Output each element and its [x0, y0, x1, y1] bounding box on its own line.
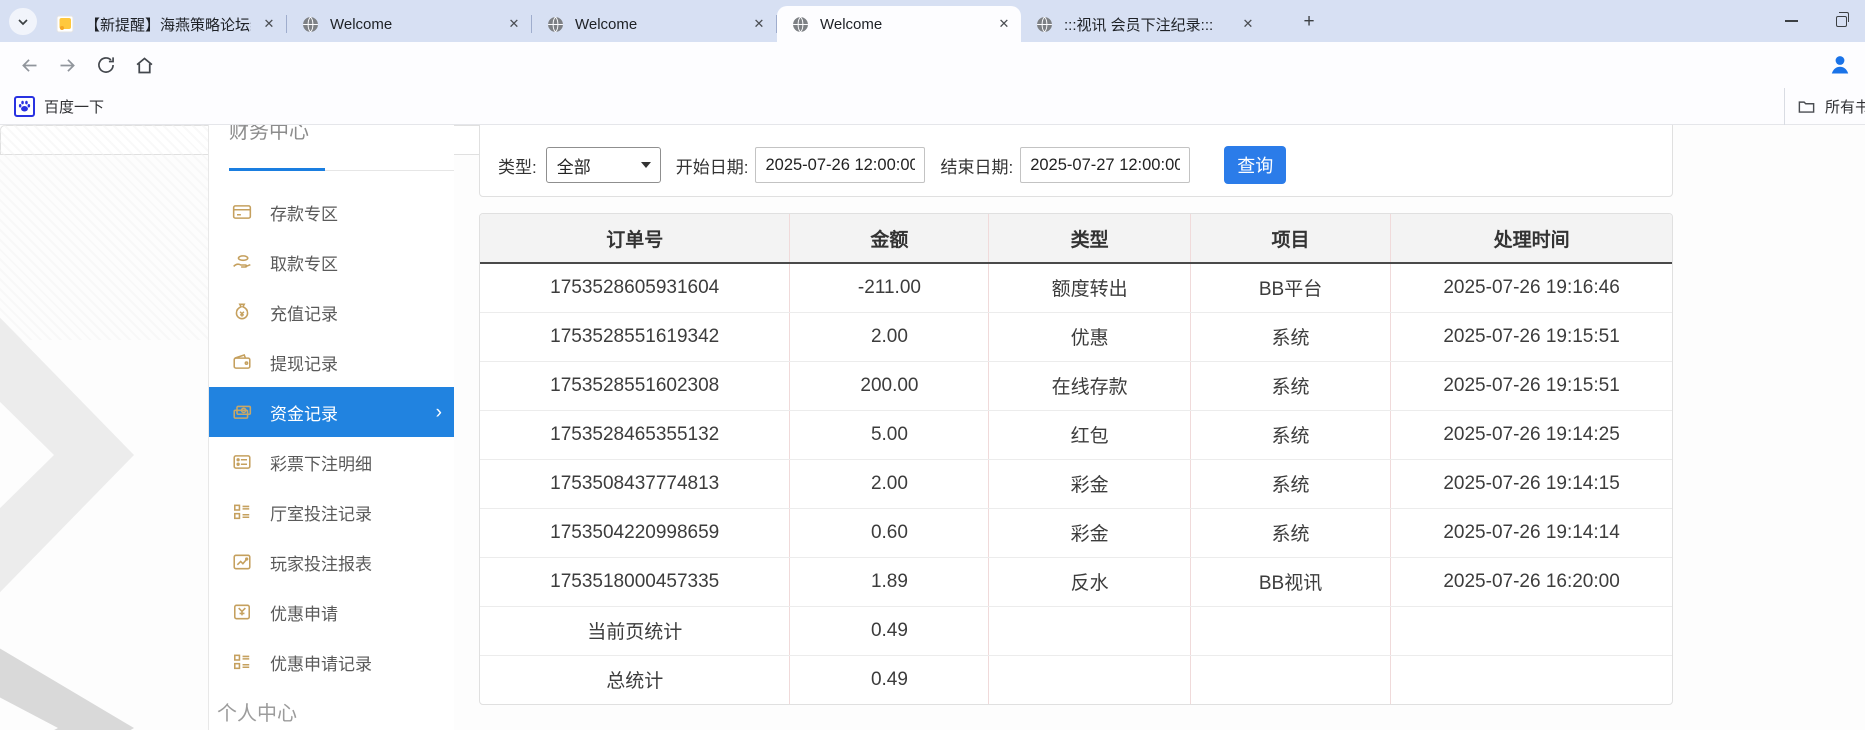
- profile-avatar[interactable]: [1828, 52, 1852, 76]
- col-amount: 金额: [790, 214, 989, 263]
- table-row-page-summary: 当前页统计0.49: [480, 606, 1672, 655]
- sidebar-item-recharge-records[interactable]: 充值记录: [209, 287, 454, 337]
- new-tab-button[interactable]: +: [1296, 9, 1322, 35]
- sidebar-item-hall-bet-records[interactable]: 厅室投注记录: [209, 487, 454, 537]
- tab-welcome-2[interactable]: Welcome ✕: [532, 6, 776, 42]
- type-select-value: 全部: [557, 153, 591, 178]
- money-bag-icon: [231, 301, 253, 323]
- forward-button[interactable]: [55, 53, 79, 77]
- start-date-label: 开始日期:: [676, 153, 749, 178]
- bookmarks-bar: 百度一下 所有书签: [0, 88, 1865, 125]
- tab-title: Welcome: [330, 16, 496, 33]
- tab-title: Welcome: [575, 16, 741, 33]
- table-row: 17535084377748132.00彩金系统2025-07-26 19:14…: [480, 459, 1672, 508]
- back-button[interactable]: [17, 53, 41, 77]
- all-bookmarks-label: 所有书签: [1825, 96, 1865, 117]
- close-icon[interactable]: ✕: [1239, 15, 1257, 33]
- chevron-right-icon: ›: [436, 403, 442, 422]
- page-content: 财务中心 存款专区 取款专区: [0, 125, 1865, 730]
- sidebar-item-deposit-zone[interactable]: 存款专区: [209, 187, 454, 237]
- list-records-icon: [231, 651, 253, 673]
- col-process-time: 处理时间: [1391, 214, 1672, 263]
- browser-window: 【新提醒】海燕策略论坛综合交 ✕ Welcome ✕ Welcome ✕: [0, 0, 1865, 730]
- sidebar-item-lottery-bet-details[interactable]: 彩票下注明细: [209, 437, 454, 487]
- globe-icon: [544, 13, 566, 35]
- table-row: 1753528551602308200.00在线存款系统2025-07-26 1…: [480, 361, 1672, 410]
- tab-welcome-active[interactable]: Welcome ✕: [777, 6, 1021, 42]
- sidebar-item-withdrawal-records[interactable]: 提现记录: [209, 337, 454, 387]
- user-center-sidebar: 财务中心 存款专区 取款专区: [208, 125, 454, 730]
- list-doc-icon: [231, 451, 253, 473]
- folder-icon: [1797, 97, 1816, 116]
- close-icon[interactable]: ✕: [260, 15, 278, 33]
- sidebar-item-promo-application-records[interactable]: 优惠申请记录: [209, 637, 454, 687]
- globe-icon: [1033, 13, 1055, 35]
- gift-ticket-icon: [231, 601, 253, 623]
- chart-report-icon: [231, 551, 253, 573]
- close-icon[interactable]: ✕: [505, 15, 523, 33]
- type-label: 类型:: [498, 153, 537, 178]
- deposit-card-icon: [231, 201, 253, 223]
- window-minimize-button[interactable]: [1785, 20, 1798, 22]
- window-restore-button[interactable]: [1836, 16, 1847, 27]
- tab-search-button[interactable]: [9, 8, 37, 35]
- tab-video-records[interactable]: :::视讯 会员下注纪录::: ✕: [1021, 6, 1265, 42]
- list-check-icon: [231, 501, 253, 523]
- section-finance-title: 财务中心: [229, 125, 309, 144]
- table-row: 1753528605931604-211.00额度转出BB平台2025-07-2…: [480, 263, 1672, 312]
- reload-button[interactable]: [94, 53, 118, 77]
- section-active-underline: [229, 168, 325, 171]
- sidebar-item-funds-records[interactable]: 资金记录 ›: [209, 387, 454, 437]
- bookmark-baidu[interactable]: 百度一下: [0, 96, 114, 117]
- banknotes-icon: [231, 401, 253, 423]
- tab-title: 【新提醒】海燕策略论坛综合交: [85, 14, 251, 35]
- table-row: 17535284653551325.00红包系统2025-07-26 19:14…: [480, 410, 1672, 459]
- globe-icon: [789, 13, 811, 35]
- tab-strip: 【新提醒】海燕策略论坛综合交 ✕ Welcome ✕ Welcome ✕: [0, 0, 1865, 42]
- close-icon[interactable]: ✕: [995, 15, 1013, 33]
- withdraw-hand-icon: [231, 251, 253, 273]
- col-order-no: 订单号: [480, 214, 790, 263]
- globe-icon: [299, 13, 321, 35]
- close-icon[interactable]: ✕: [750, 15, 768, 33]
- all-bookmarks-button[interactable]: 所有书签: [1784, 88, 1865, 125]
- section-personal-title: 个人中心: [217, 697, 297, 726]
- query-button[interactable]: 查询: [1224, 146, 1286, 184]
- forum-yellow-icon: [54, 13, 76, 35]
- select-arrow-icon: [641, 162, 651, 168]
- tab-welcome-1[interactable]: Welcome ✕: [287, 6, 531, 42]
- table-row: 17535285516193422.00优惠系统2025-07-26 19:15…: [480, 312, 1672, 361]
- tab-title: Welcome: [820, 16, 986, 33]
- col-project: 项目: [1190, 214, 1390, 263]
- table-row: 17535180004573351.89反水BB视讯2025-07-26 16:…: [480, 557, 1672, 606]
- tab-forum[interactable]: 【新提醒】海燕策略论坛综合交 ✕: [42, 6, 286, 42]
- filter-panel: 类型: 全部 开始日期: 结束日期: 查询: [479, 125, 1673, 197]
- table-header-row: 订单号 金额 类型 项目 处理时间: [480, 214, 1672, 263]
- funds-records-panel: 订单号 金额 类型 项目 处理时间 1753528605931604-211.0…: [479, 213, 1673, 705]
- end-date-label: 结束日期:: [940, 153, 1013, 178]
- col-type: 类型: [989, 214, 1190, 263]
- type-select[interactable]: 全部: [546, 147, 661, 183]
- bookmark-label: 百度一下: [44, 96, 104, 117]
- sidebar-item-withdraw-zone[interactable]: 取款专区: [209, 237, 454, 287]
- wallet-icon: [231, 351, 253, 373]
- end-date-input[interactable]: [1020, 147, 1190, 183]
- tab-title: :::视讯 会员下注纪录:::: [1064, 14, 1230, 35]
- sidebar-item-promo-application[interactable]: 优惠申请: [209, 587, 454, 637]
- sidebar-item-player-bet-report[interactable]: 玩家投注报表: [209, 537, 454, 587]
- start-date-input[interactable]: [755, 147, 925, 183]
- home-button[interactable]: [132, 53, 156, 77]
- table-row: 17535042209986590.60彩金系统2025-07-26 19:14…: [480, 508, 1672, 557]
- funds-records-table: 订单号 金额 类型 项目 处理时间 1753528605931604-211.0…: [480, 214, 1672, 704]
- chevron-down-icon: [17, 16, 29, 28]
- baidu-paw-icon: [14, 96, 35, 117]
- browser-toolbar: js13.cc/hhcp/usercenter.html?iniType=6: [0, 42, 1865, 88]
- table-row-total-summary: 总统计0.49: [480, 655, 1672, 704]
